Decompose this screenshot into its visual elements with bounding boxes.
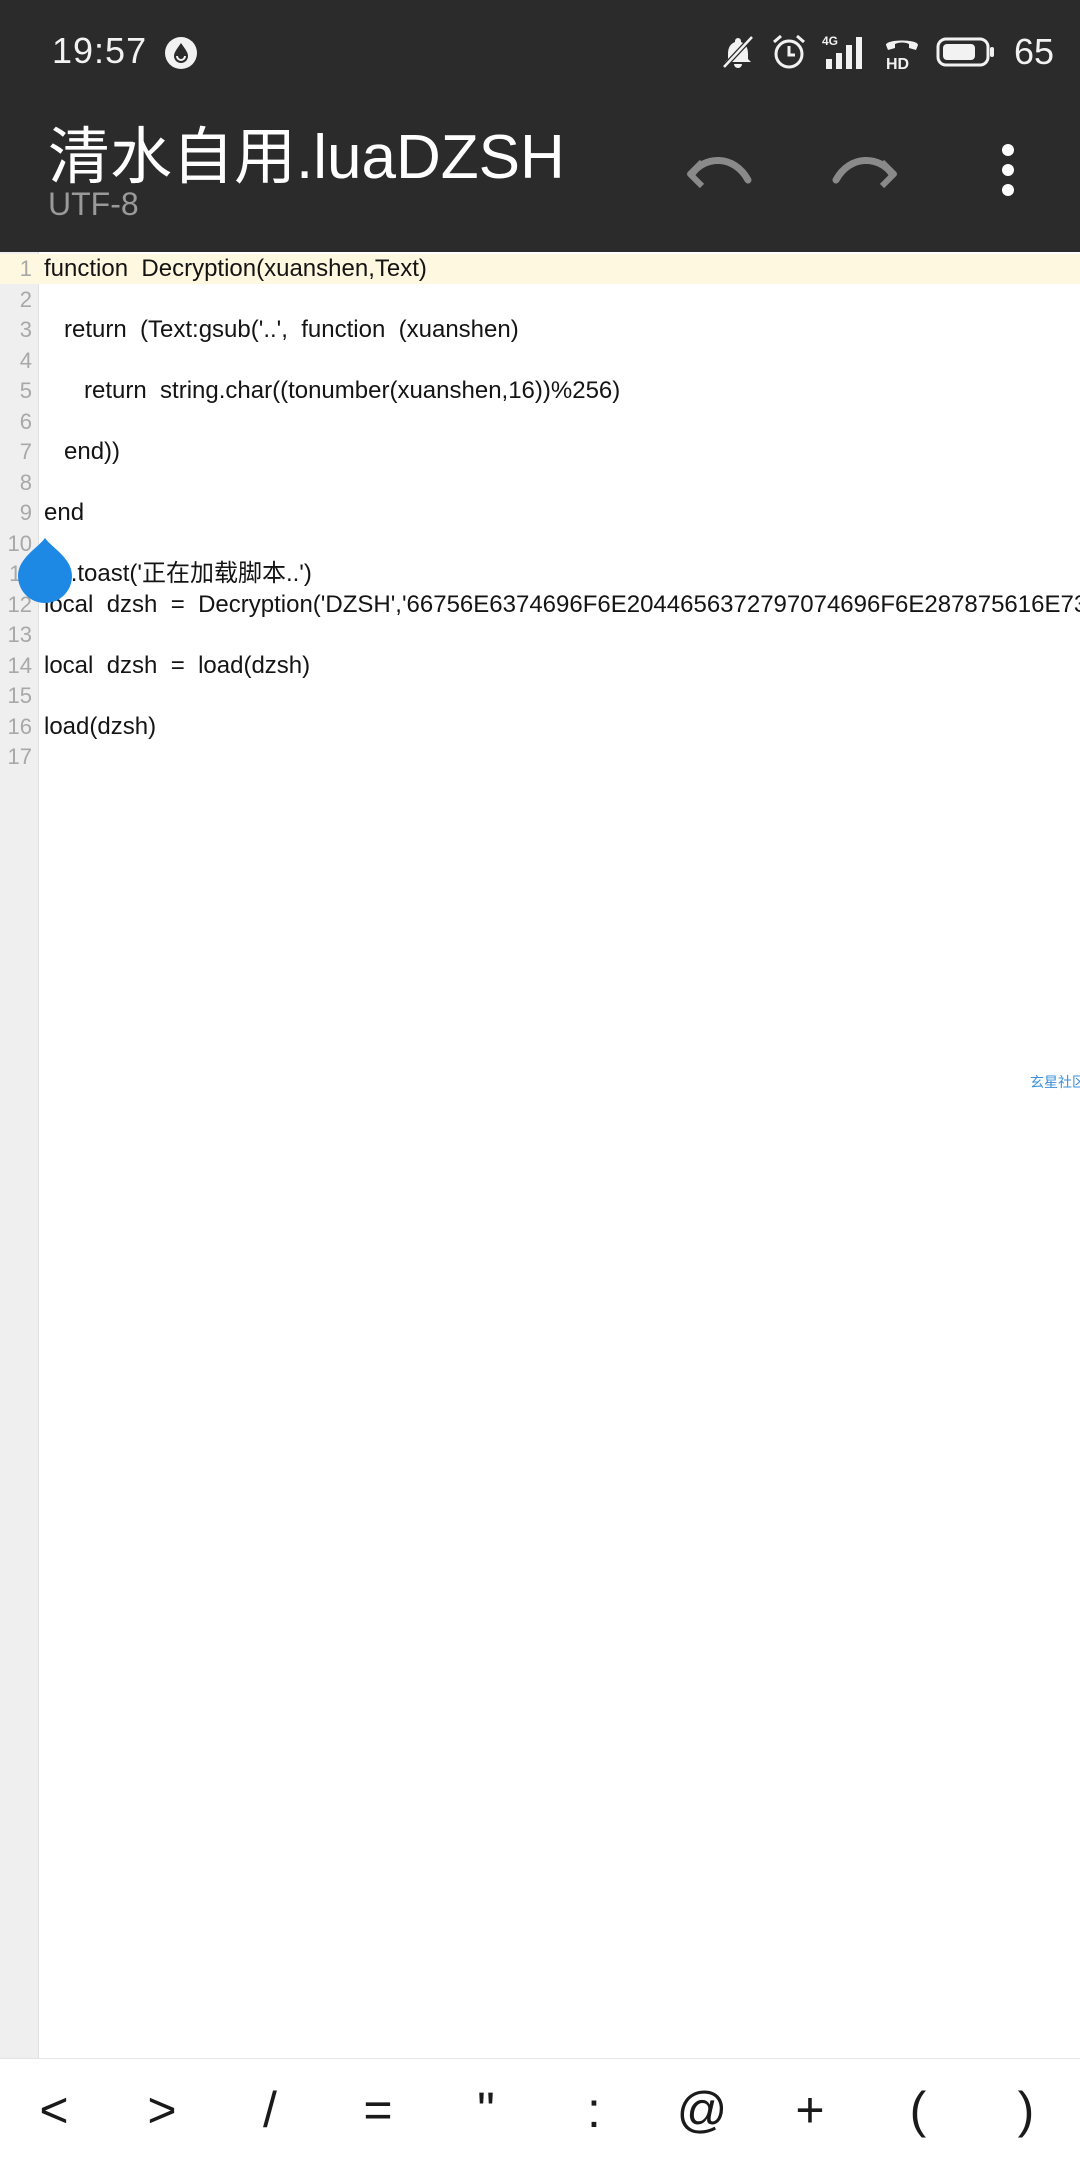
svg-text:HD: HD bbox=[886, 56, 909, 71]
symbol-bar: < > / = " : @ + ( ) bbox=[0, 2058, 1080, 2161]
line-number: 9 bbox=[19, 500, 32, 525]
symbol-key-equals[interactable]: = bbox=[328, 2059, 428, 2161]
code-line[interactable]: 10 bbox=[0, 529, 1080, 559]
battery-level: 65 bbox=[1013, 31, 1054, 72]
code-line[interactable]: 5 return string.char((tonumber(xuanshen,… bbox=[0, 376, 1080, 406]
code-line[interactable]: 11gg.toast('正在加载脚本..') bbox=[0, 559, 1080, 589]
cursor-handle-icon[interactable] bbox=[16, 536, 74, 606]
code-line[interactable]: 3 return (Text:gsub('..', function (xuan… bbox=[0, 315, 1080, 345]
code-line[interactable]: 12 local dzsh = Decryption('DZSH','66756E… bbox=[0, 590, 1080, 620]
line-number: 1 bbox=[19, 256, 32, 281]
status-time: 19:57 bbox=[52, 30, 148, 71]
symbol-key-slash[interactable]: / bbox=[220, 2059, 320, 2161]
hd-call-icon: HD bbox=[885, 40, 918, 71]
symbol-key-plus[interactable]: + bbox=[760, 2059, 860, 2161]
symbol-key-lt[interactable]: < bbox=[4, 2059, 104, 2161]
symbol-key-gt[interactable]: > bbox=[112, 2059, 212, 2161]
line-number: 3 bbox=[19, 317, 32, 342]
mute-bell-icon bbox=[722, 35, 754, 69]
symbol-key-quote[interactable]: " bbox=[436, 2059, 536, 2161]
file-title: 清水自用.luaDZSH bbox=[48, 123, 565, 192]
code-line[interactable]: 16 load(dzsh) bbox=[0, 712, 1080, 742]
line-number: 7 bbox=[19, 439, 32, 464]
line-number: 6 bbox=[19, 408, 32, 434]
watermark: 玄星社区 bbox=[1030, 1074, 1080, 1090]
more-vert-icon[interactable] bbox=[990, 140, 1026, 200]
line-number: 15 bbox=[7, 683, 32, 708]
code-line[interactable]: 9 end bbox=[0, 498, 1080, 528]
redo-icon[interactable] bbox=[828, 140, 900, 200]
symbol-key-rparen[interactable]: ) bbox=[976, 2059, 1076, 2161]
line-code-text: local dzsh = Decryption('DZSH','66756E63… bbox=[44, 590, 1080, 618]
line-code-text: gg.toast('正在加载脚本..') bbox=[44, 560, 312, 587]
signal-4g-icon: 4G bbox=[822, 34, 862, 69]
code-line[interactable]: 6 bbox=[0, 407, 1080, 437]
line-number: 2 bbox=[19, 286, 32, 312]
status-icons: 4G HD 65 bbox=[720, 28, 1054, 76]
symbol-key-at[interactable]: @ bbox=[652, 2059, 752, 2161]
code-line[interactable]: 7 end)) bbox=[0, 437, 1080, 467]
symbol-key-colon[interactable]: : bbox=[544, 2059, 644, 2161]
code-line[interactable]: 2 bbox=[0, 285, 1080, 315]
line-code-text: return string.char((tonumber(xuanshen,16… bbox=[44, 377, 621, 404]
line-number: 16 bbox=[7, 713, 32, 739]
line-number: 8 bbox=[19, 469, 32, 495]
code-line[interactable]: 14 local dzsh = load(dzsh) bbox=[0, 651, 1080, 681]
code-editor[interactable]: 1 function Decryption(xuanshen,Text) 2 3 re… bbox=[0, 252, 1080, 2058]
line-number: 13 bbox=[7, 622, 32, 647]
line-code-text: end bbox=[44, 499, 85, 526]
status-bar: 19:57 4G HD 65 bbox=[0, 0, 1080, 84]
line-code-text: load(dzsh) bbox=[44, 712, 157, 740]
line-code-text: local dzsh = load(dzsh) bbox=[44, 651, 311, 679]
code-line[interactable]: 17 bbox=[0, 742, 1080, 772]
code-line[interactable]: 4 bbox=[0, 346, 1080, 376]
file-encoding: UTF-8 bbox=[48, 186, 139, 222]
svg-text:4G: 4G bbox=[822, 34, 838, 48]
line-number: 4 bbox=[19, 347, 32, 373]
app-bar: 清水自用.luaDZSH UTF-8 bbox=[0, 84, 1080, 252]
code-line[interactable]: 13 bbox=[0, 620, 1080, 650]
line-code-text: end)) bbox=[44, 438, 121, 465]
code-line[interactable]: 8 bbox=[0, 468, 1080, 498]
alarm-icon bbox=[772, 34, 805, 69]
undo-icon[interactable] bbox=[684, 140, 756, 200]
line-code-text: return (Text:gsub('..', function (xuansh… bbox=[44, 316, 519, 343]
app-drop-icon bbox=[165, 37, 197, 69]
code-line[interactable]: 1 function Decryption(xuanshen,Text) bbox=[0, 254, 1080, 284]
line-number: 17 bbox=[7, 744, 32, 769]
line-number: 14 bbox=[7, 652, 32, 678]
symbol-key-lparen[interactable]: ( bbox=[868, 2059, 968, 2161]
line-number: 5 bbox=[19, 378, 32, 403]
code-line[interactable]: 15 bbox=[0, 681, 1080, 711]
battery-icon bbox=[936, 37, 994, 67]
line-code-text: function Decryption(xuanshen,Text) bbox=[44, 255, 427, 282]
